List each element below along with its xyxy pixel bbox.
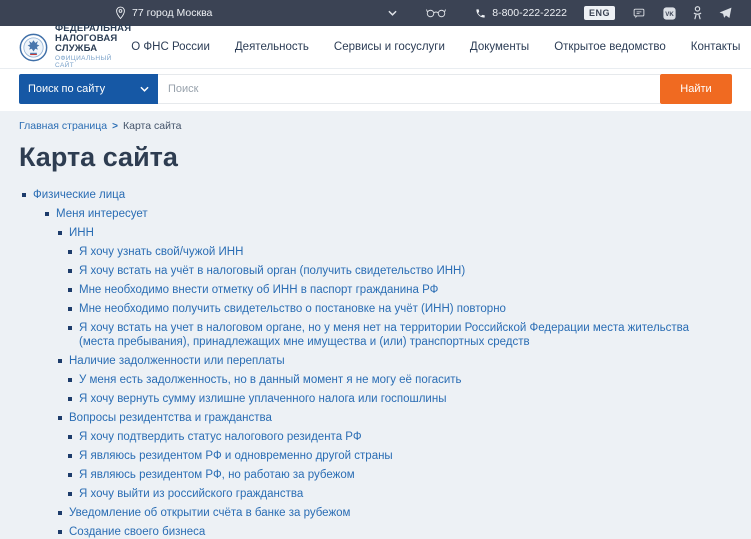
sitemap-link[interactable]: Я хочу подтвердить статус налогового рез… [79, 431, 362, 443]
sitemap-link[interactable]: Мне необходимо получить свидетельство о … [79, 303, 506, 315]
breadcrumb-current: Карта сайта [122, 120, 182, 132]
region-label: 77 город Москва [132, 7, 213, 19]
sitemap-item: Я являюсь резидентом РФ, но работаю за р… [19, 468, 714, 482]
sitemap-link[interactable]: Я хочу вернуть сумму излишне уплаченного… [79, 393, 446, 405]
sitemap-link[interactable]: Вопросы резидентства и гражданства [69, 412, 272, 424]
nav-item[interactable]: Контакты [691, 41, 741, 53]
breadcrumb-home-link[interactable]: Главная страница [19, 120, 107, 132]
telegram-icon[interactable] [719, 7, 732, 19]
fns-emblem-icon [19, 33, 48, 62]
main-nav: О ФНС России Деятельность Сервисы и госусл… [131, 41, 740, 53]
sitemap-item: Я хочу выйти из российского гражданства [19, 487, 714, 501]
phone-icon [475, 8, 486, 19]
sitemap-item: Наличие задолженности или переплаты [19, 354, 732, 368]
vk-icon[interactable]: VK [663, 6, 676, 20]
sitemap-item: Мне необходимо получить свидетельство о … [19, 302, 714, 316]
lang-button[interactable]: ENG [583, 6, 615, 20]
nav-item[interactable]: Сервисы и госуслуги [334, 41, 445, 53]
glasses-icon[interactable] [426, 8, 447, 18]
sitemap-item: Я хочу вернуть сумму излишне уплаченного… [19, 392, 714, 406]
search-scope-label: Поиск по сайту [28, 83, 106, 95]
sitemap-link[interactable]: Наличие задолженности или переплаты [69, 355, 285, 367]
nav-item[interactable]: Открытое ведомство [554, 41, 666, 53]
odnoklassniki-icon[interactable] [693, 6, 702, 20]
sitemap-link[interactable]: Уведомление об открытии счёта в банке за… [69, 507, 350, 519]
search-band: Поиск по сайту Найти [0, 69, 751, 111]
sitemap-link[interactable]: Физические лица [33, 189, 125, 201]
site-header: ФЕДЕРАЛЬНАЯ НАЛОГОВАЯ СЛУЖБА ОФИЦИАЛЬНЫЙ… [0, 24, 751, 70]
nav-item[interactable]: Документы [470, 41, 529, 53]
sitemap-item: Я хочу встать на учет в налоговом органе… [19, 321, 714, 349]
sitemap-link[interactable]: Я являюсь резидентом РФ, но работаю за р… [79, 469, 355, 481]
breadcrumb: Главная страница > Карта сайта [19, 120, 732, 132]
org-subtitle: ОФИЦИАЛЬНЫЙ САЙТ [55, 55, 112, 69]
sitemap-item: Мне необходимо внести отметку об ИНН в п… [19, 283, 714, 297]
sitemap-link[interactable]: Меня интересует [56, 208, 148, 220]
location-pin-icon [115, 6, 126, 20]
search-scope-select[interactable]: Поиск по сайту [19, 74, 158, 104]
chat-icon[interactable] [632, 7, 646, 20]
sitemap-item: Создание своего бизнеса [19, 525, 732, 539]
nav-item[interactable]: О ФНС России [131, 41, 210, 53]
fns-logo[interactable]: ФЕДЕРАЛЬНАЯ НАЛОГОВАЯ СЛУЖБА ОФИЦИАЛЬНЫЙ… [19, 24, 131, 70]
sitemap-link[interactable]: У меня есть задолженность, но в данный м… [79, 374, 462, 386]
topbar: 77 город Москва 8-800-222-2222 ENG VK [0, 0, 751, 26]
sitemap-link[interactable]: Я являюсь резидентом РФ и одновременно д… [79, 450, 393, 462]
sitemap-list: Физические лица Меня интересует ИНН Я хочу … [19, 188, 732, 539]
sitemap-item: Я хочу узнать свой/чужой ИНН [19, 245, 714, 259]
sitemap-item: Я хочу подтвердить статус налогового рез… [19, 430, 714, 444]
search-bar: Поиск по сайту Найти [19, 74, 732, 104]
sitemap-item: Физические лица [19, 188, 732, 202]
content-area: Главная страница > Карта сайта Карта сай… [0, 111, 751, 539]
sitemap-item: Уведомление об открытии счёта в банке за… [19, 506, 732, 520]
breadcrumb-separator: > [112, 120, 118, 132]
sitemap-link[interactable]: Я хочу узнать свой/чужой ИНН [79, 246, 243, 258]
search-submit-button[interactable]: Найти [660, 74, 732, 104]
org-name: ФЕДЕРАЛЬНАЯ НАЛОГОВАЯ СЛУЖБА ОФИЦИАЛЬНЫЙ… [55, 24, 131, 70]
page-title: Карта сайта [19, 142, 178, 172]
nav-item[interactable]: Деятельность [235, 41, 309, 53]
sitemap-item: Я хочу встать на учёт в налоговый орган … [19, 264, 714, 278]
sitemap-item: ИНН [19, 226, 732, 240]
sitemap-link[interactable]: Я хочу встать на учет в налоговом органе… [79, 322, 689, 348]
search-input[interactable] [158, 74, 660, 104]
phone-block[interactable]: 8-800-222-2222 [475, 7, 567, 19]
sitemap-link[interactable]: ИНН [69, 227, 94, 239]
sitemap-link[interactable]: Мне необходимо внести отметку об ИНН в п… [79, 284, 438, 296]
sitemap-link[interactable]: Я хочу выйти из российского гражданства [79, 488, 303, 500]
sitemap-item: Я являюсь резидентом РФ и одновременно д… [19, 449, 714, 463]
region-selector[interactable]: 77 город Москва [115, 6, 212, 20]
phone-number: 8-800-222-2222 [492, 7, 567, 19]
sitemap-item: Меня интересует [19, 207, 732, 221]
sitemap-item: Вопросы резидентства и гражданства [19, 411, 732, 425]
svg-text:VK: VK [665, 11, 674, 18]
sitemap-link[interactable]: Создание своего бизнеса [69, 526, 205, 538]
sitemap-item: У меня есть задолженность, но в данный м… [19, 373, 714, 387]
org-name-line2: НАЛОГОВАЯ СЛУЖБА [55, 33, 118, 55]
sitemap-link[interactable]: Я хочу встать на учёт в налоговый орган … [79, 265, 465, 277]
chevron-down-icon[interactable] [388, 10, 397, 16]
chevron-down-icon [140, 86, 149, 92]
